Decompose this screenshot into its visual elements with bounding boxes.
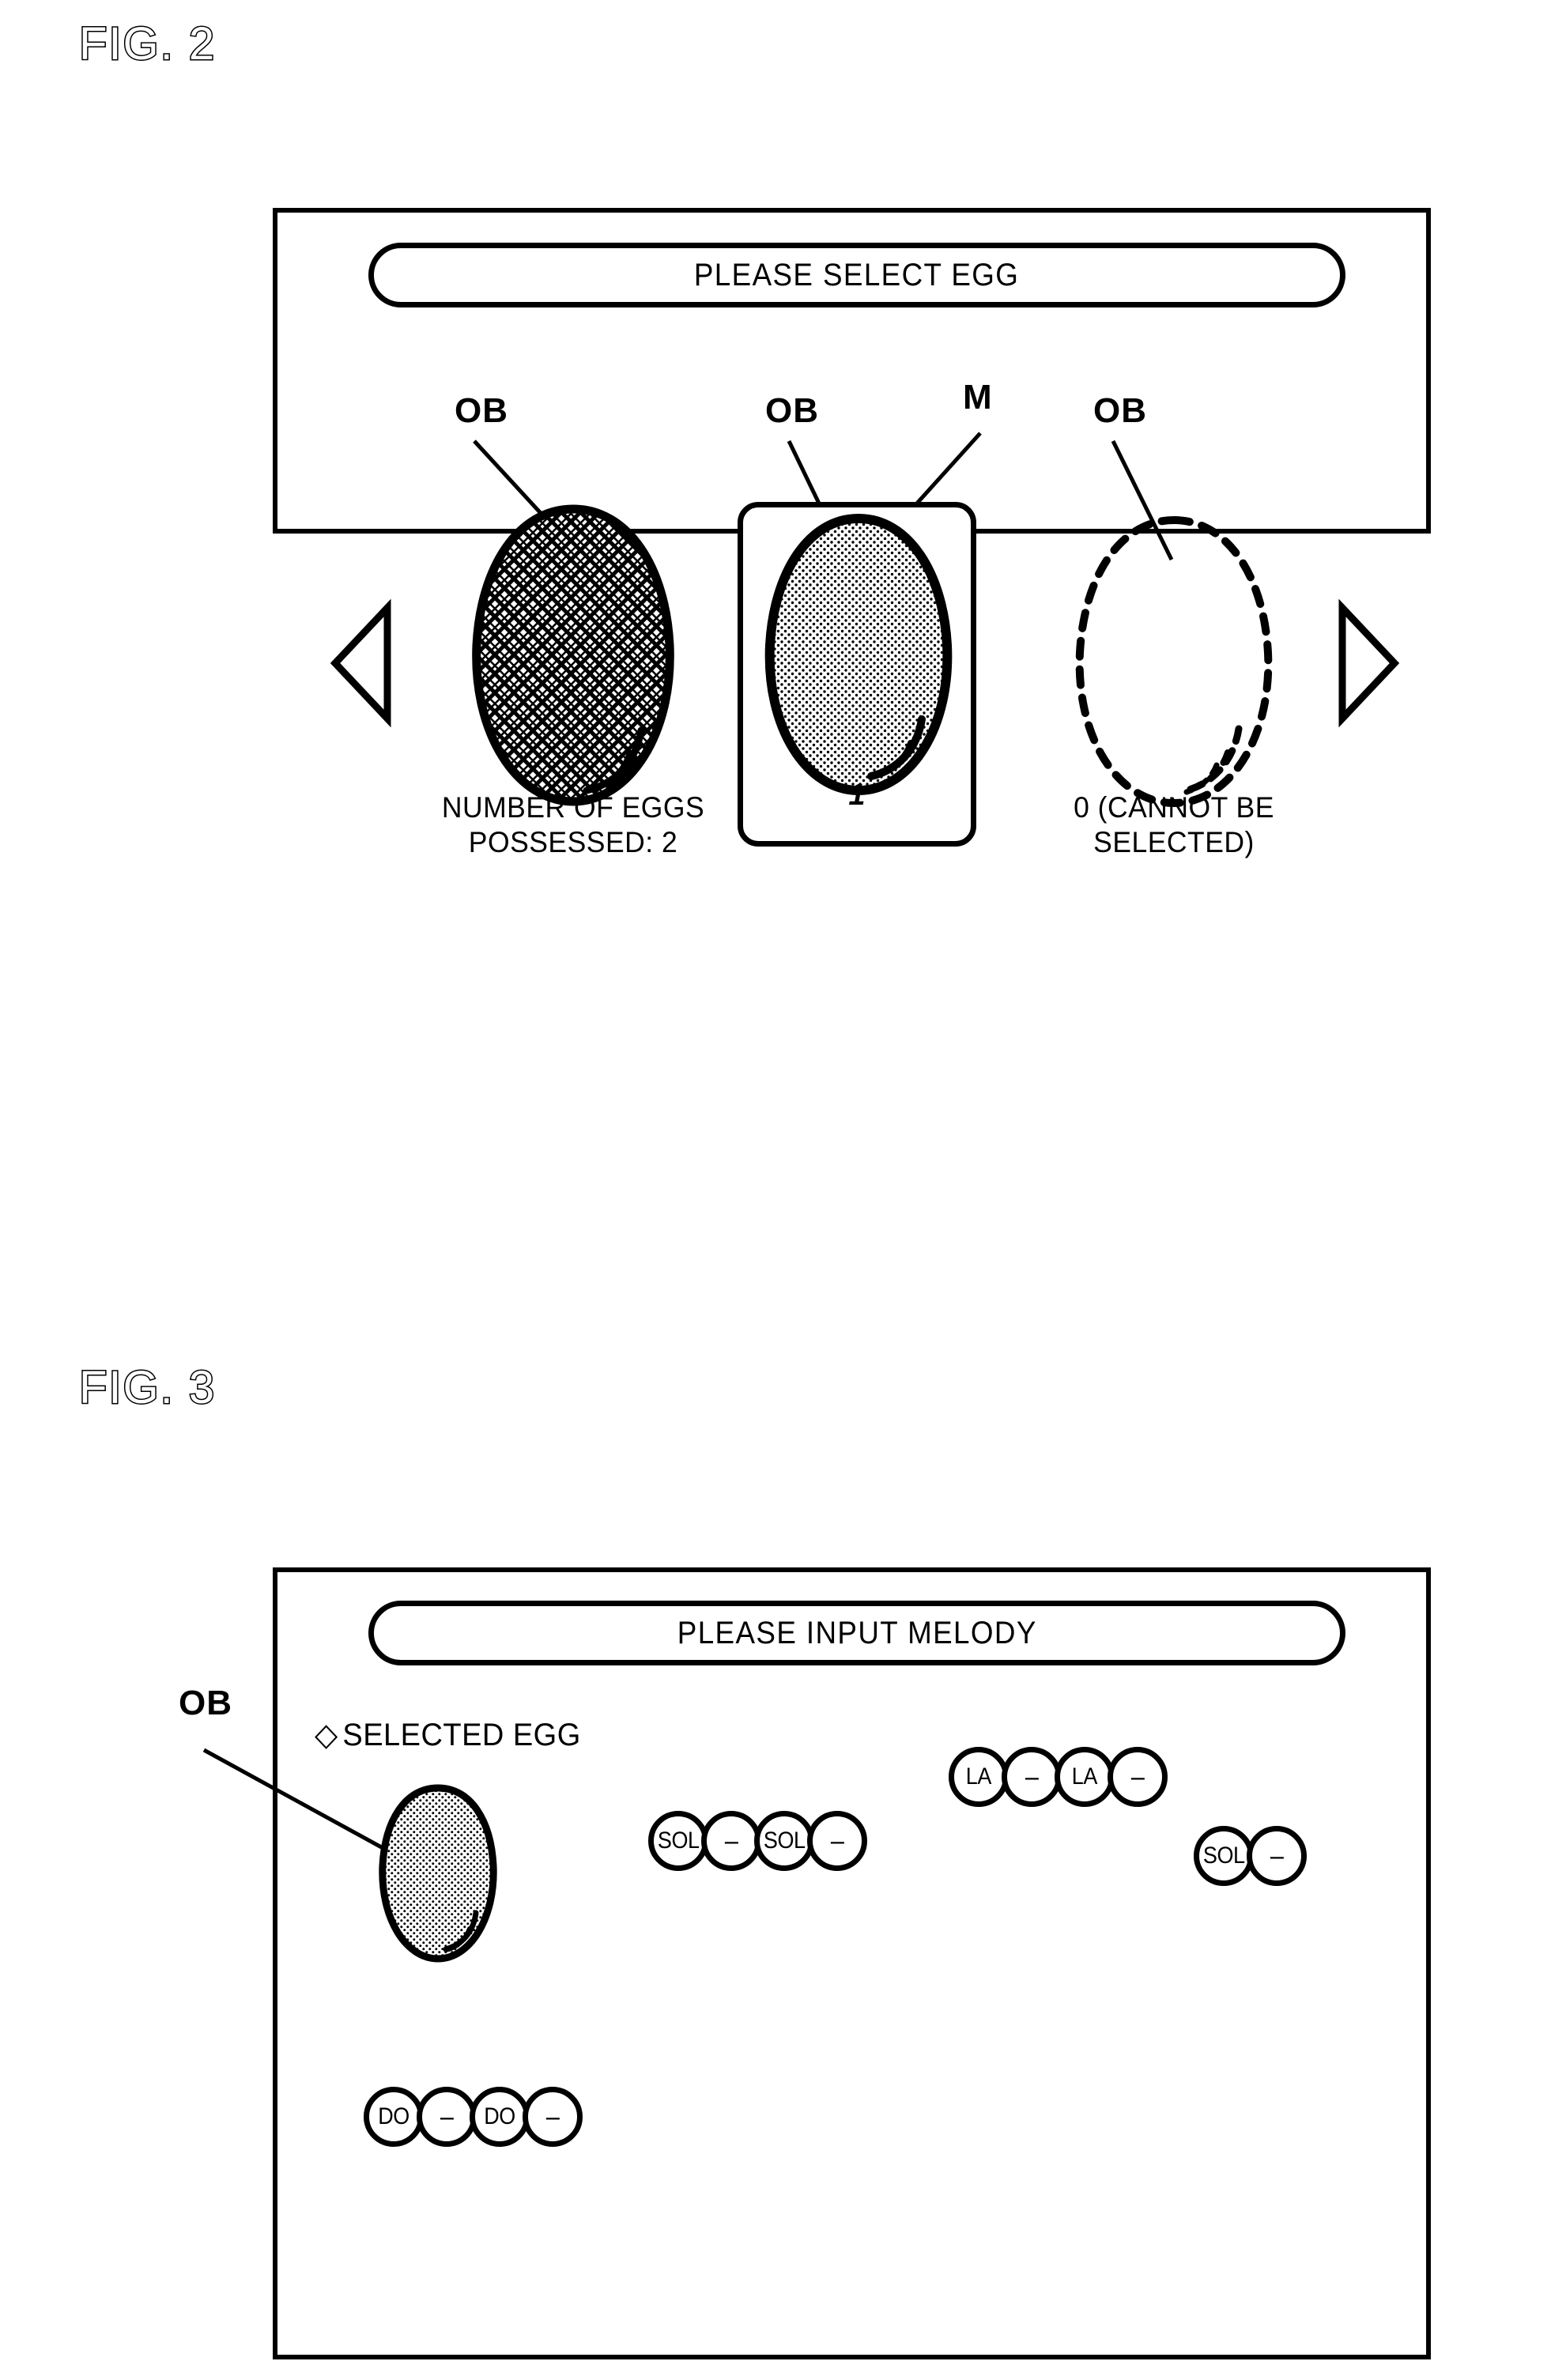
melody-group-sol-1[interactable]: SOL – SOL – xyxy=(648,1811,867,1871)
note-rest[interactable]: – xyxy=(1108,1747,1168,1807)
note-label: LA xyxy=(965,1763,992,1790)
note-rest[interactable]: – xyxy=(417,2087,477,2147)
egg-right-caption-line1: 0 (CANNOT BE xyxy=(1074,791,1274,824)
note-label: – xyxy=(440,2101,454,2132)
note-label: – xyxy=(724,1825,738,1856)
prev-arrow-icon[interactable] xyxy=(330,598,394,728)
note-label: – xyxy=(1025,1761,1039,1792)
note-la[interactable]: LA xyxy=(949,1747,1009,1807)
note-label: – xyxy=(545,2101,560,2132)
figure-3-banner-text: PLEASE INPUT MELODY xyxy=(677,1615,1037,1650)
note-label: DO xyxy=(484,2103,515,2129)
egg-left-caption-line1: NUMBER OF EGGS xyxy=(441,791,705,824)
egg-dashed-unavailable xyxy=(1075,515,1273,808)
figure-2-banner-text: PLEASE SELECT EGG xyxy=(694,257,1020,292)
figure-2-title-banner: PLEASE SELECT EGG xyxy=(368,243,1345,307)
figure-3-label: FIG. 3 xyxy=(77,1361,217,1415)
figure-3-title-banner: PLEASE INPUT MELODY xyxy=(368,1601,1345,1665)
melody-group-la[interactable]: LA – LA – xyxy=(949,1747,1168,1807)
note-do[interactable]: DO xyxy=(470,2087,530,2147)
ref-label-m: M xyxy=(963,378,993,417)
egg-crosshatch[interactable] xyxy=(466,503,680,811)
egg-right-caption-line2: SELECTED) xyxy=(1093,826,1255,858)
egg-left-caption-line2: POSSESSED: 2 xyxy=(468,826,678,858)
ref-label-ob-left: OB xyxy=(455,391,508,430)
note-sol[interactable]: SOL xyxy=(754,1811,814,1871)
note-label: – xyxy=(830,1825,844,1856)
note-rest[interactable]: – xyxy=(701,1811,761,1871)
note-rest[interactable]: – xyxy=(523,2087,583,2147)
note-la[interactable]: LA xyxy=(1055,1747,1115,1807)
note-label: DO xyxy=(378,2103,409,2129)
ref-label-ob-right: OB xyxy=(1093,391,1147,430)
note-rest[interactable]: – xyxy=(1002,1747,1062,1807)
note-label: – xyxy=(1270,1840,1284,1871)
note-label: SOL xyxy=(657,1827,700,1854)
ref-label-ob-fig3: OB xyxy=(179,1684,232,1722)
note-sol[interactable]: SOL xyxy=(648,1811,708,1871)
leader-line-m xyxy=(913,432,982,507)
note-label: LA xyxy=(1071,1763,1098,1790)
egg-selected-stipple[interactable] xyxy=(759,512,957,801)
note-rest[interactable]: – xyxy=(807,1811,867,1871)
note-label: SOL xyxy=(1202,1843,1245,1869)
note-label: – xyxy=(1130,1761,1145,1792)
note-label: SOL xyxy=(763,1827,806,1854)
figure-2-label: FIG. 2 xyxy=(77,17,217,71)
melody-group-sol-2[interactable]: SOL – xyxy=(1194,1826,1307,1886)
next-arrow-icon[interactable] xyxy=(1336,598,1400,728)
note-do[interactable]: DO xyxy=(364,2087,424,2147)
note-rest[interactable]: – xyxy=(1247,1826,1307,1886)
ref-label-ob-middle: OB xyxy=(765,391,819,430)
selection-count-label: 1 xyxy=(848,779,866,812)
egg-selected-fig3 xyxy=(379,1784,497,1963)
melody-group-do[interactable]: DO – DO – xyxy=(364,2087,583,2147)
note-sol[interactable]: SOL xyxy=(1194,1826,1254,1886)
